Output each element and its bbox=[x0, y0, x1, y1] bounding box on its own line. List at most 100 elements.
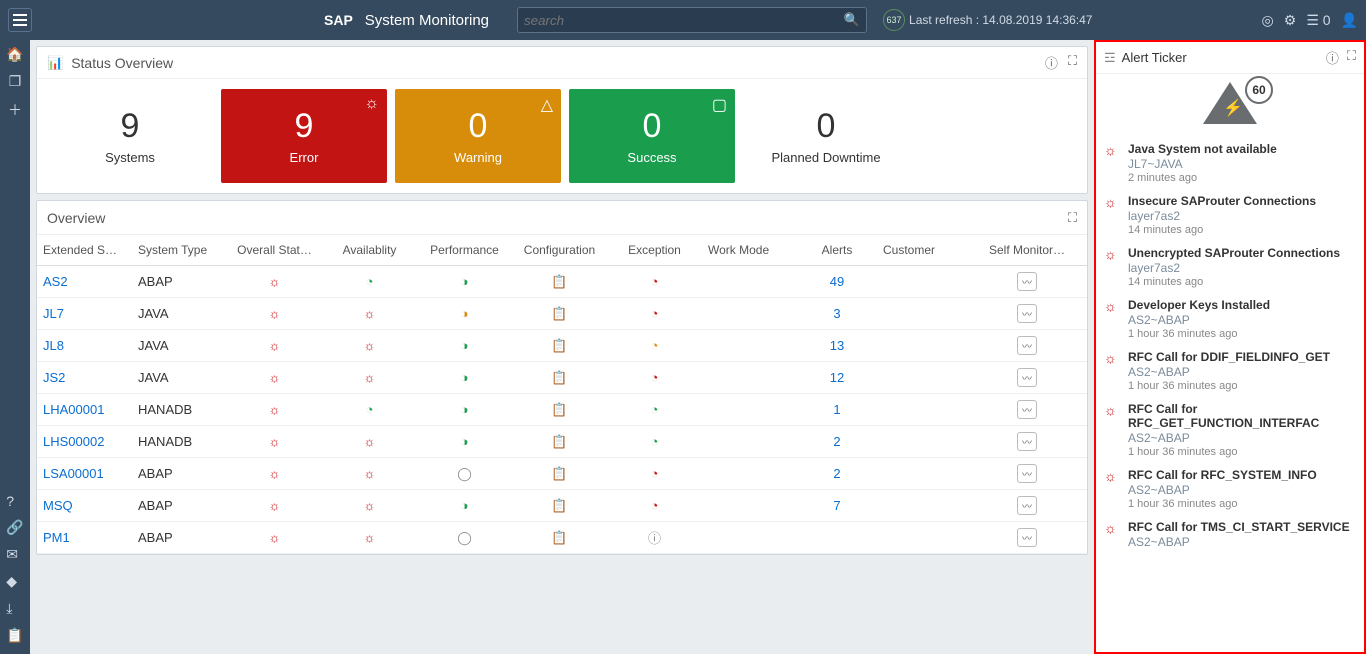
home-icon[interactable]: 🏠 bbox=[6, 46, 23, 63]
col-header[interactable]: Performance bbox=[417, 235, 512, 266]
col-header[interactable]: Self Monitor… bbox=[967, 235, 1087, 266]
alerts-link[interactable]: 13 bbox=[797, 330, 877, 362]
menu-button[interactable] bbox=[8, 8, 32, 32]
sid-link[interactable]: LHA00001 bbox=[37, 394, 132, 426]
selfmon-button[interactable]: 〰 bbox=[1017, 368, 1037, 387]
card-systems[interactable]: 9 Systems bbox=[47, 89, 213, 183]
info-icon[interactable]: ⓘ bbox=[1045, 53, 1058, 72]
alert-item[interactable]: ☼ Developer Keys Installed AS2~ABAP 1 ho… bbox=[1100, 294, 1360, 346]
card-success[interactable]: ▢ 0 Success bbox=[569, 89, 735, 183]
settings-icon[interactable]: ⚙ bbox=[1284, 12, 1297, 29]
sys-type: HANADB bbox=[132, 394, 227, 426]
sid-link[interactable]: LSA00001 bbox=[37, 458, 132, 490]
status-red-icon: ☼ bbox=[364, 306, 376, 321]
alert-title: RFC Call for DDIF_FIELDINFO_GET bbox=[1128, 350, 1330, 364]
selfmon-button[interactable]: 〰 bbox=[1017, 336, 1037, 355]
alert-title: RFC Call for RFC_SYSTEM_INFO bbox=[1128, 468, 1317, 482]
alert-red-icon: ☼ bbox=[1104, 194, 1120, 236]
sid-link[interactable]: AS2 bbox=[37, 266, 132, 298]
status-red-icon: ☼ bbox=[269, 306, 281, 321]
expand-icon[interactable]: ⛶ bbox=[1068, 53, 1077, 72]
sys-type: JAVA bbox=[132, 298, 227, 330]
sid-link[interactable]: PM1 bbox=[37, 522, 132, 554]
col-header[interactable]: Configuration bbox=[512, 235, 607, 266]
col-header[interactable]: System Type bbox=[132, 235, 227, 266]
alerts-link[interactable]: 12 bbox=[797, 362, 877, 394]
card-downtime[interactable]: 0 Planned Downtime bbox=[743, 89, 909, 183]
alerts-link[interactable] bbox=[797, 522, 877, 554]
apps-icon[interactable]: ❐ bbox=[9, 73, 22, 90]
card-warning[interactable]: △ 0 Warning bbox=[395, 89, 561, 183]
card-error[interactable]: ☼ 9 Error bbox=[221, 89, 387, 183]
sys-type: HANADB bbox=[132, 426, 227, 458]
col-header[interactable]: Overall Stat… bbox=[227, 235, 322, 266]
col-header[interactable]: Extended S… bbox=[37, 235, 132, 266]
selfmon-button[interactable]: 〰 bbox=[1017, 304, 1037, 323]
alerts-link[interactable]: 49 bbox=[797, 266, 877, 298]
sid-link[interactable]: JL7 bbox=[37, 298, 132, 330]
col-header[interactable]: Exception bbox=[607, 235, 702, 266]
col-header[interactable]: Availablity bbox=[322, 235, 417, 266]
selfmon-button[interactable]: 〰 bbox=[1017, 528, 1037, 547]
sys-type: ABAP bbox=[132, 490, 227, 522]
alert-item[interactable]: ☼ Unencrypted SAProuter Connections laye… bbox=[1100, 242, 1360, 294]
col-header[interactable]: Alerts bbox=[797, 235, 877, 266]
selfmon-button[interactable]: 〰 bbox=[1017, 400, 1037, 419]
download-icon[interactable]: ⤓ bbox=[6, 600, 23, 617]
alert-title: Insecure SAProuter Connections bbox=[1128, 194, 1316, 208]
user-icon[interactable]: 👤 bbox=[1341, 12, 1358, 29]
target-icon[interactable]: ◎ bbox=[1262, 12, 1274, 29]
ticker-title: Alert Ticker bbox=[1122, 50, 1187, 65]
clipboard-icon[interactable]: 📋 bbox=[6, 627, 23, 644]
col-header[interactable]: Customer bbox=[877, 235, 967, 266]
exc-orange-icon: ◔ bbox=[651, 338, 659, 353]
add-icon[interactable]: ＋ bbox=[8, 100, 22, 120]
alerts-link[interactable]: 3 bbox=[797, 298, 877, 330]
alert-item[interactable]: ☼ RFC Call for DDIF_FIELDINFO_GET AS2~AB… bbox=[1100, 346, 1360, 398]
status-red-icon: ☼ bbox=[269, 402, 281, 417]
alert-item[interactable]: ☼ RFC Call for RFC_GET_FUNCTION_INTERFAC… bbox=[1100, 398, 1360, 464]
selfmon-button[interactable]: 〰 bbox=[1017, 432, 1037, 451]
success-corner-icon: ▢ bbox=[712, 95, 727, 115]
app-title: System Monitoring bbox=[365, 12, 489, 29]
link-icon[interactable]: 🔗 bbox=[6, 519, 23, 536]
sid-link[interactable]: MSQ bbox=[37, 490, 132, 522]
sid-link[interactable]: JS2 bbox=[37, 362, 132, 394]
alert-item[interactable]: ☼ Insecure SAProuter Connections layer7a… bbox=[1100, 190, 1360, 242]
status-title: Status Overview bbox=[71, 55, 173, 71]
help-icon[interactable]: ? bbox=[6, 493, 23, 509]
alert-ticker-panel: ☲ Alert Ticker ⓘ ⛶ ⚡ 60 ☼ Java System no… bbox=[1094, 40, 1366, 654]
search-input[interactable] bbox=[524, 13, 844, 28]
alert-item[interactable]: ☼ Java System not available JL7~JAVA 2 m… bbox=[1100, 138, 1360, 190]
expand-icon[interactable]: ⛶ bbox=[1347, 48, 1356, 67]
perf-green-icon: ◑ bbox=[461, 370, 469, 385]
alert-red-icon: ☼ bbox=[1104, 246, 1120, 288]
conf-red-icon: 📋 bbox=[551, 306, 567, 321]
alerts-link[interactable]: 2 bbox=[797, 458, 877, 490]
alerts-link[interactable]: 1 bbox=[797, 394, 877, 426]
table-row: LSA00001ABAP☼☼◯📋◔2〰 bbox=[37, 458, 1087, 490]
search-icon[interactable]: 🔍 bbox=[844, 12, 860, 28]
col-header[interactable]: Work Mode bbox=[702, 235, 797, 266]
search-box[interactable]: 🔍 bbox=[517, 7, 867, 33]
alerts-link[interactable]: 7 bbox=[797, 490, 877, 522]
notif-icon[interactable]: ☰ 0 bbox=[1306, 12, 1330, 29]
selfmon-button[interactable]: 〰 bbox=[1017, 272, 1037, 291]
alert-item[interactable]: ☼ RFC Call for RFC_SYSTEM_INFO AS2~ABAP … bbox=[1100, 464, 1360, 516]
tag-icon[interactable]: ◆ bbox=[6, 573, 23, 590]
info-icon[interactable]: ⓘ bbox=[1326, 48, 1339, 67]
expand-icon[interactable]: ⛶ bbox=[1068, 210, 1077, 226]
sid-link[interactable]: LHS00002 bbox=[37, 426, 132, 458]
selfmon-button[interactable]: 〰 bbox=[1017, 496, 1037, 515]
alerts-link[interactable]: 2 bbox=[797, 426, 877, 458]
alert-time: 1 hour 36 minutes ago bbox=[1128, 328, 1270, 340]
ticker-icon: ☲ bbox=[1104, 50, 1116, 66]
status-grey-icon: ◯ bbox=[457, 530, 472, 545]
sid-link[interactable]: JL8 bbox=[37, 330, 132, 362]
alert-item[interactable]: ☼ RFC Call for TMS_CI_START_SERVICE AS2~… bbox=[1100, 516, 1360, 555]
alert-sub: AS2~ABAP bbox=[1128, 535, 1350, 549]
refresh-badge[interactable]: 637 bbox=[883, 9, 905, 31]
mail-icon[interactable]: ✉ bbox=[6, 546, 23, 563]
alert-title: Unencrypted SAProuter Connections bbox=[1128, 246, 1340, 260]
selfmon-button[interactable]: 〰 bbox=[1017, 464, 1037, 483]
